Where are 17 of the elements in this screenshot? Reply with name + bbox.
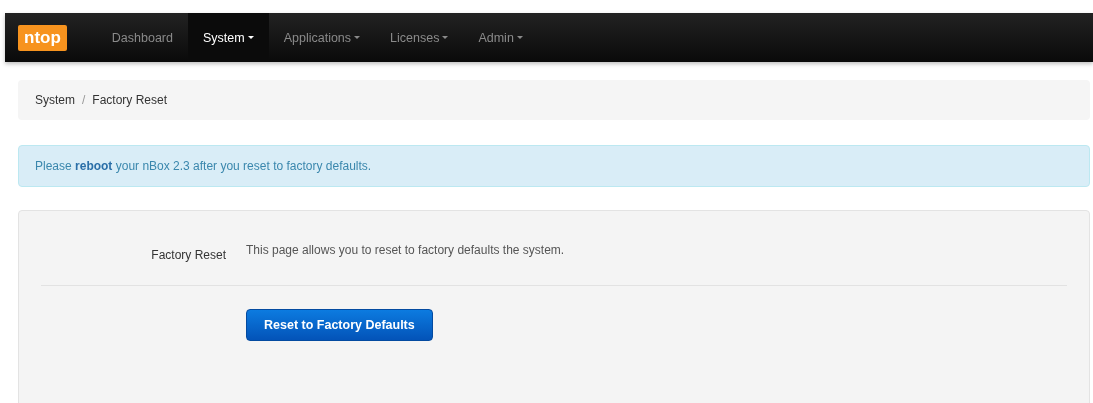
breadcrumb-separator: /: [82, 93, 86, 107]
caret-icon: [354, 36, 361, 39]
nav-item[interactable]: System: [188, 13, 269, 62]
breadcrumb-item: Factory Reset: [92, 93, 168, 107]
caret-icon: [247, 36, 254, 39]
caret-icon: [442, 36, 449, 39]
nav-item[interactable]: Licenses: [375, 13, 464, 62]
reboot-link[interactable]: reboot: [75, 159, 113, 173]
breadcrumb-item[interactable]: System: [35, 93, 75, 107]
form-label: Factory Reset: [150, 247, 226, 262]
nav-item[interactable]: Dashboard: [96, 13, 188, 62]
reset-button[interactable]: Reset to Factory Defaults: [246, 309, 433, 341]
caret-icon: [516, 36, 523, 39]
nav-item[interactable]: Admin: [463, 13, 538, 62]
alert-message: Please reboot your nBox 2.3 after you reset to factory defaults.: [35, 159, 372, 173]
form-description: This page allows you to reset to factory defaults the system.: [246, 243, 565, 257]
nav-item[interactable]: Applications: [268, 13, 376, 62]
